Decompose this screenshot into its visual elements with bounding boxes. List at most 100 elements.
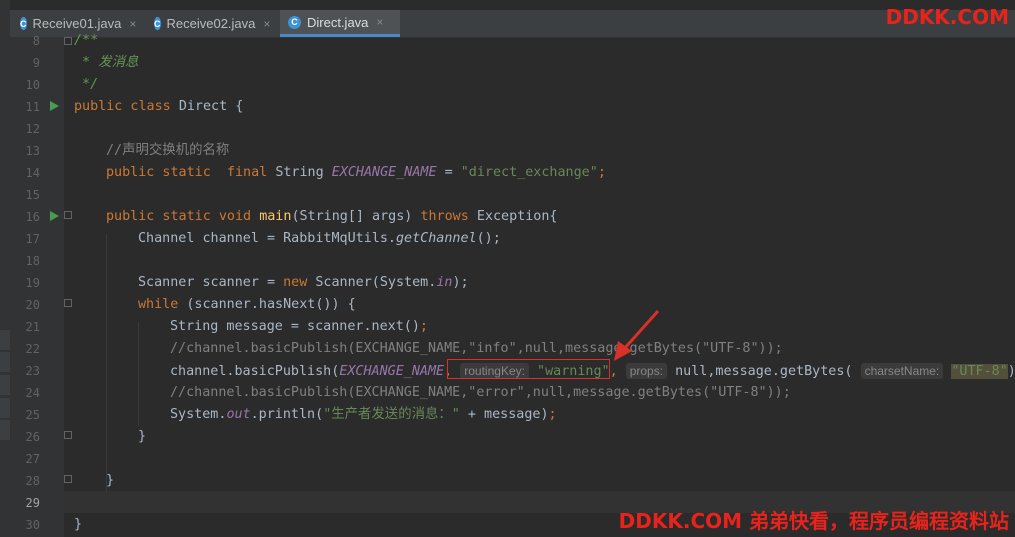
code-line-24: //channel.basicPublish(EXCHANGE_NAME,"er… (170, 382, 791, 404)
code-line-11: public class Direct { (74, 96, 243, 118)
strip-marker (0, 398, 10, 418)
line-number: 30 (25, 518, 40, 532)
code-text: Scanner(System. (315, 275, 437, 290)
line-comment: //声明交换机的名称 (106, 143, 230, 158)
semicolon: ; (548, 407, 557, 422)
code-line-21: String message = scanner.next(); (170, 316, 428, 338)
code-text: (); (476, 231, 501, 246)
run-icon[interactable] (50, 101, 59, 111)
tab-label: Receive01.java (32, 16, 122, 31)
code-line-13: //声明交换机的名称 (106, 140, 229, 162)
tab-receive02[interactable]: C Receive02.java × (146, 10, 278, 37)
annotation-arrow-icon (614, 309, 660, 361)
line-comment: //channel.basicPublish(EXCHANGE_NAME,"in… (170, 341, 783, 356)
code-line-22: //channel.basicPublish(EXCHANGE_NAME,"in… (170, 338, 783, 360)
constant-field: EXCHANGE_NAME (331, 165, 437, 180)
strip-marker (0, 352, 10, 372)
line-number: 20 (25, 298, 40, 312)
run-icon[interactable] (50, 211, 59, 221)
code-text: Scanner scanner = (138, 275, 284, 290)
code-line-17: Channel channel = RabbitMqUtils.getChann… (138, 228, 501, 250)
line-number: 10 (25, 78, 40, 92)
code-line-10: */ (74, 74, 98, 96)
java-class-icon: C (288, 15, 301, 29)
keyword: throws (420, 209, 477, 224)
string-literal: "生产者发送的消息：" (323, 407, 460, 422)
fold-icon[interactable] (64, 431, 72, 439)
semicolon: ; (419, 319, 428, 334)
code-text: System. (170, 407, 227, 422)
doc-comment: /** (74, 33, 99, 48)
line-number: 24 (25, 386, 40, 400)
code-line-19: Scanner scanner = new Scanner(System.in)… (138, 272, 469, 294)
line-number: 12 (25, 122, 40, 136)
line-comment: //channel.basicPublish(EXCHANGE_NAME,"er… (170, 385, 791, 400)
tab-label: Receive02.java (166, 16, 256, 31)
method-name: main (259, 209, 292, 224)
strip-marker (0, 375, 10, 395)
code-text: .println( (250, 407, 324, 422)
tab-direct[interactable]: C Direct.java × (280, 10, 400, 37)
semicolon: ; (597, 165, 606, 180)
code-line-14: public static final String EXCHANGE_NAME… (106, 162, 606, 184)
closing-brace: } (74, 517, 83, 532)
keyword: public static void (106, 209, 260, 224)
fold-icon[interactable] (64, 299, 72, 307)
code-text: + message) (459, 407, 549, 422)
line-number: 23 (25, 364, 40, 378)
line-number: 25 (25, 408, 40, 422)
closing-brace: } (106, 473, 115, 488)
code-text: null,message.getBytes( (675, 364, 853, 379)
indent-guide (138, 322, 139, 426)
line-number: 16 (25, 210, 40, 224)
closing-brace: } (138, 429, 147, 444)
static-field: in (436, 275, 453, 290)
close-icon[interactable]: × (129, 17, 136, 31)
keyword: while (138, 297, 187, 312)
tab-label: Direct.java (307, 14, 369, 30)
line-number: 8 (32, 34, 40, 48)
fold-icon[interactable] (64, 37, 72, 45)
code-line-9: * 发消息 (74, 52, 138, 74)
fold-icon[interactable] (64, 475, 72, 483)
fold-icon[interactable] (64, 211, 72, 219)
line-number: 28 (25, 474, 40, 488)
class-name: Direct { (178, 99, 244, 114)
code-line-16: public static void main(String[] args) t… (106, 206, 558, 228)
code-line-25: System.out.println("生产者发送的消息：" + message… (170, 404, 557, 426)
watermark-bottom: DDKK.COM 弟弟快看，程序员编程资料站 (618, 509, 1009, 533)
static-field: out (226, 407, 251, 422)
strip-marker (0, 420, 10, 440)
operator: = (436, 165, 461, 180)
parameter-hint-charset: charsetName: (860, 363, 944, 379)
code-line-30: } (74, 514, 82, 536)
line-number: 21 (25, 320, 40, 334)
line-number: 14 (25, 166, 40, 180)
exception-type: Exception{ (476, 209, 558, 224)
code-line-28: } (106, 470, 114, 492)
close-icon[interactable]: × (263, 17, 270, 31)
code-line-8: /** (74, 30, 98, 52)
code-line-26: } (138, 426, 146, 448)
line-number: 15 (25, 188, 40, 202)
doc-comment: * 发消息 (74, 55, 139, 70)
line-number: 13 (25, 144, 40, 158)
code-text: )); (1008, 364, 1015, 379)
type-name: String (275, 165, 332, 180)
string-literal-highlighted: "UTF-8" (951, 364, 1008, 379)
line-number: 27 (25, 452, 40, 466)
constant-field: EXCHANGE_NAME (339, 364, 445, 379)
line-number: 19 (25, 276, 40, 290)
line-number: 26 (25, 430, 40, 444)
code-text: ); (452, 275, 469, 290)
code-text: String message = scanner.next() (170, 319, 420, 334)
close-icon[interactable]: × (376, 15, 383, 29)
java-class-icon: C (20, 17, 27, 30)
line-number-current: 29 (25, 496, 40, 510)
strip-marker (0, 330, 10, 350)
code-text: channel.basicPublish( (170, 364, 340, 379)
comma: , (609, 364, 618, 379)
parameter-hint-props: props: (625, 363, 668, 379)
string-literal: "direct_exchange" (460, 165, 598, 180)
line-number: 17 (25, 232, 40, 246)
